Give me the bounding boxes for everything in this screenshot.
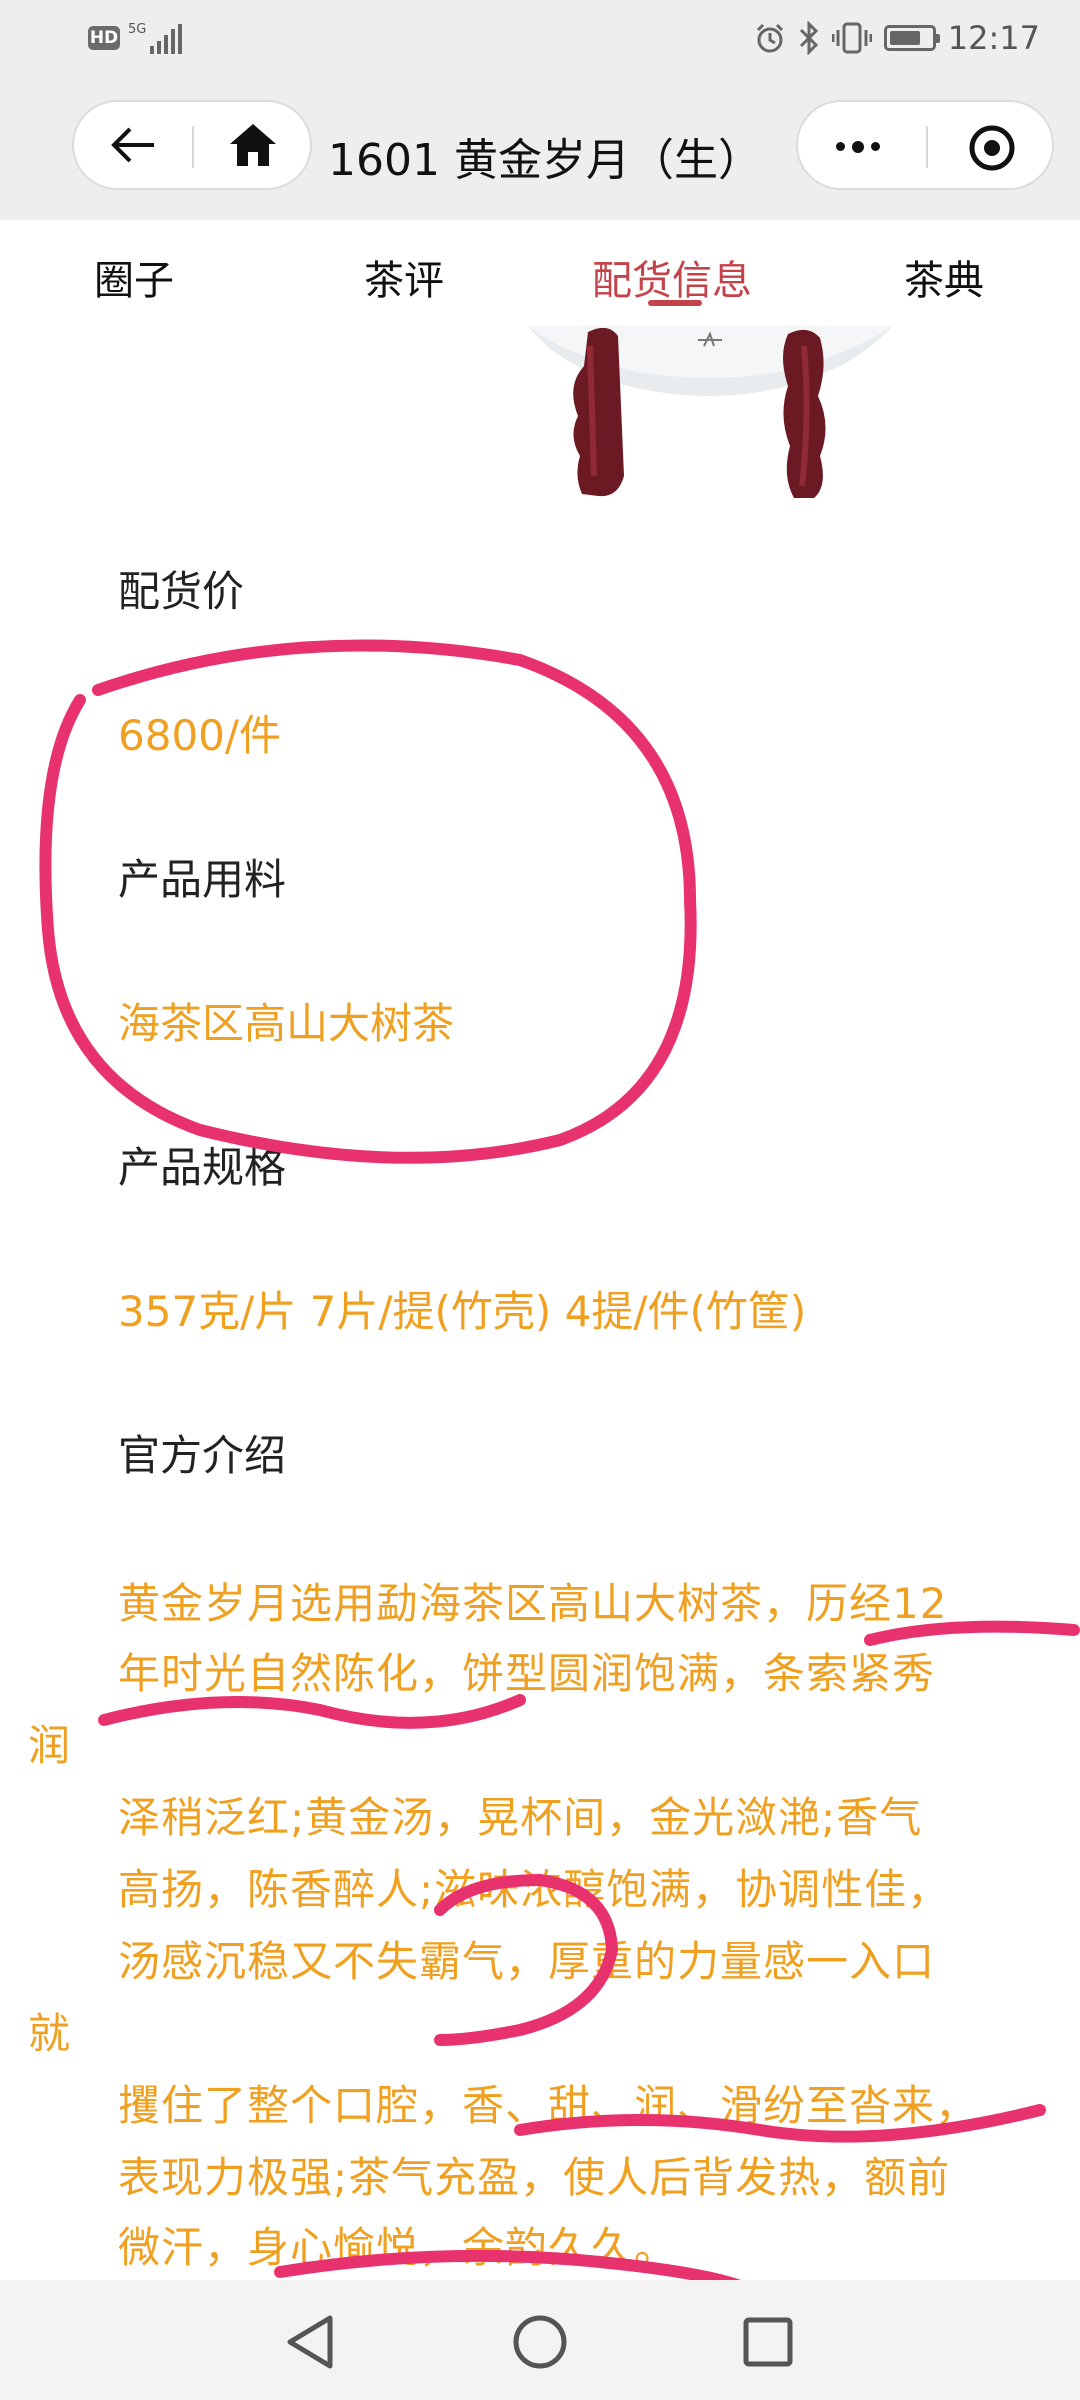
record-target-icon: [969, 125, 1015, 171]
bluetooth-icon: [799, 21, 818, 55]
tab-tea-dictionary[interactable]: 茶典: [904, 248, 984, 306]
back-triangle-icon: [287, 2315, 333, 2369]
network-type: 5G: [128, 22, 147, 37]
product-image: [528, 326, 892, 502]
system-home-button[interactable]: [500, 2302, 580, 2382]
clock: 12:17: [947, 19, 1040, 57]
home-circle-icon: [513, 2315, 567, 2369]
tab-bar: 圈子 茶评 配货信息 茶典: [0, 220, 1080, 326]
hd-badge: HD: [88, 26, 120, 50]
intro-label: 官方介绍: [118, 1431, 287, 1480]
page-title: 1601 黄金岁月（生）: [328, 135, 762, 186]
intro-line: 润: [28, 1721, 71, 1770]
intro-line: 攫住了整个口腔，香、甜、润、滑纷至沓来，: [118, 2081, 979, 2130]
intro-line: 微汗，身心愉悦，余韵久久。: [118, 2223, 678, 2272]
mini-program-nav-bar: 1601 黄金岁月（生）: [0, 76, 1080, 220]
nav-left-capsule: [72, 100, 312, 190]
more-dots-icon[interactable]: [836, 140, 880, 153]
system-navigation-bar: [0, 2280, 1080, 2400]
recents-square-icon: [743, 2317, 793, 2367]
intro-line: 就: [28, 2009, 71, 2058]
price-value: 6800/件: [118, 711, 282, 760]
intro-line: 高扬，陈香醉人;滋味浓醇饱满，协调性佳，: [118, 1865, 951, 1914]
battery-icon: [883, 25, 940, 51]
spec-value: 357克/片 7片/提(竹壳) 4提/件(竹筐): [118, 1287, 807, 1336]
intro-line: 黄金岁月选用勐海茶区高山大树茶，历经12: [118, 1579, 948, 1628]
intro-line: 泽稍泛红;黄金汤，晃杯间，金光潋滟;香气: [118, 1793, 923, 1842]
spec-label: 产品规格: [118, 1143, 287, 1192]
status-bar: HD 5G 12:17: [0, 0, 1080, 76]
home-icon: [230, 124, 276, 166]
intro-line: 汤感沉稳又不失霸气，厚重的力量感一入口: [118, 1937, 936, 1986]
material-value: 海茶区高山大树茶: [118, 999, 455, 1048]
intro-line: 表现力极强;茶气充盈，使人后背发热，额前: [118, 2153, 951, 2202]
vibrate-icon: [831, 22, 872, 54]
intro-line: 年时光自然陈化，饼型圆润饱满，条索紧秀: [118, 1649, 936, 1698]
close-button[interactable]: [968, 124, 1016, 176]
system-recents-button[interactable]: [728, 2302, 808, 2382]
tab-distribution-info[interactable]: 配货信息: [592, 248, 752, 306]
annotation-underline: [98, 1694, 526, 1729]
tab-circle[interactable]: 圈子: [94, 248, 174, 306]
back-arrow-icon: [111, 127, 154, 163]
capsule-divider: [926, 126, 928, 168]
active-tab-indicator: [648, 300, 702, 306]
signal-icon: [150, 24, 182, 54]
tab-review[interactable]: 茶评: [364, 248, 444, 306]
status-right-group: 12:17: [754, 18, 1040, 58]
nav-right-capsule: [796, 100, 1054, 190]
alarm-icon: [756, 23, 783, 53]
material-label: 产品用料: [118, 855, 287, 904]
system-back-button[interactable]: [270, 2302, 350, 2382]
home-button[interactable]: [194, 102, 312, 188]
back-button[interactable]: [74, 102, 192, 188]
price-label: 配货价: [118, 567, 245, 616]
